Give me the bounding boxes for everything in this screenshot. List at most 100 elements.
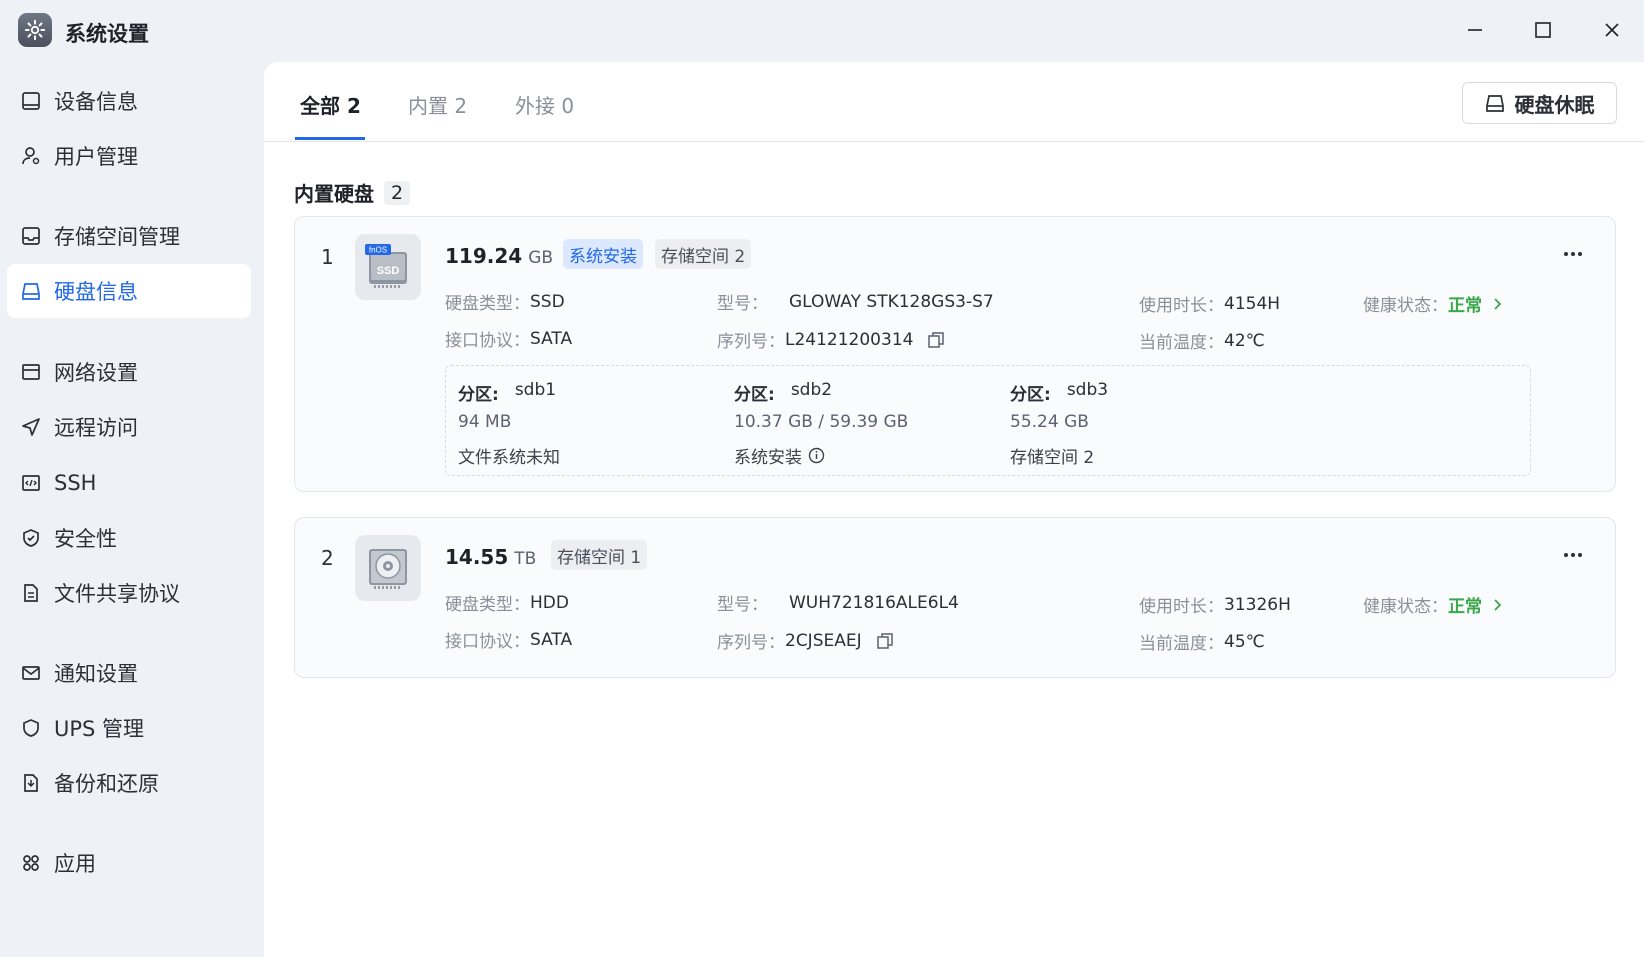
more-options-button[interactable] <box>1558 545 1588 565</box>
sidebar-item-ssh[interactable]: SSH <box>7 456 251 510</box>
minimize-icon <box>1468 29 1482 31</box>
partition-usage: 文件系统未知 <box>458 448 560 468</box>
main-panel: 全部 2 内置 2 外接 0 硬盘休眠 内置硬盘 2 1 SSD fnOS 11… <box>264 62 1644 957</box>
sidebar-item-label: 备份和还原 <box>54 772 159 796</box>
tab-all[interactable]: 全部 2 <box>300 90 361 119</box>
sidebar-item-network[interactable]: 网络设置 <box>7 345 251 399</box>
send-icon <box>20 416 42 438</box>
disk-hours: 使用时长： 31326H <box>1139 594 1291 618</box>
sidebar-item-label: 通知设置 <box>54 662 138 686</box>
disk-index: 2 <box>321 546 334 570</box>
disk-health[interactable]: 健康状态： 正常 <box>1363 592 1502 617</box>
partition-label: 分区: <box>458 385 499 405</box>
close-button[interactable] <box>1594 14 1630 46</box>
section-title-text: 内置硬盘 <box>294 182 374 206</box>
disk-temperature: 当前温度： 45℃ <box>1139 631 1265 655</box>
sidebar-item-ups[interactable]: UPS 管理 <box>7 701 251 755</box>
tab-internal[interactable]: 内置 2 <box>408 90 467 119</box>
partition-usage: 系统安装 <box>734 443 825 468</box>
ssd-label: SSD <box>377 265 400 277</box>
partition-size: 94 MB <box>458 412 512 432</box>
settings-app-icon <box>18 13 52 47</box>
sidebar-item-label: 用户管理 <box>54 145 138 169</box>
info-icon[interactable] <box>808 447 825 464</box>
partition-name: sdb2 <box>790 380 833 400</box>
sidebar-item-remote-access[interactable]: 远程访问 <box>7 400 251 454</box>
ssd-image: SSD fnOS <box>355 234 421 300</box>
disk-size-unit: GB <box>528 248 554 268</box>
disk-card: 2 14.55 TB 存储空间 1 硬盘类型： HDD 接口协议： SATA 型号：… <box>294 517 1616 678</box>
disk-type: 硬盘类型： SSD <box>445 291 565 315</box>
sidebar-item-user-management[interactable]: 用户管理 <box>7 129 251 183</box>
maximize-icon <box>1535 22 1551 38</box>
copy-icon[interactable] <box>876 632 894 650</box>
close-icon <box>1605 23 1619 37</box>
chevron-right-icon <box>1492 598 1502 612</box>
sidebar-item-label: 存储空间管理 <box>54 225 180 249</box>
tab-external[interactable]: 外接 0 <box>515 90 574 119</box>
disk-type: 硬盘类型： HDD <box>445 592 569 616</box>
disk-size-value: 14.55 <box>445 545 509 569</box>
chevron-right-icon <box>1492 297 1502 311</box>
sidebar-item-notifications[interactable]: 通知设置 <box>7 646 251 700</box>
sidebar-item-label: UPS 管理 <box>54 717 145 741</box>
disk-health[interactable]: 健康状态： 正常 <box>1363 291 1502 316</box>
sidebar-item-label: 文件共享协议 <box>54 582 180 606</box>
hdd-image <box>355 535 421 601</box>
copy-icon[interactable] <box>927 331 945 349</box>
more-icon <box>1564 252 1582 256</box>
sidebar-item-apps[interactable]: 应用 <box>7 836 251 890</box>
file-icon <box>20 582 42 604</box>
network-icon <box>20 361 42 383</box>
sidebar-item-label: 应用 <box>54 852 96 876</box>
apps-icon <box>20 852 42 874</box>
maximize-button[interactable] <box>1525 14 1561 46</box>
tab-bar: 全部 2 内置 2 外接 0 硬盘休眠 <box>264 62 1644 142</box>
window-title: 系统设置 <box>65 22 149 46</box>
sidebar-item-label: 远程访问 <box>54 416 138 440</box>
partition-label: 分区: <box>1010 385 1051 405</box>
disk-sleep-button[interactable]: 硬盘休眠 <box>1462 82 1617 124</box>
partition-usage: 存储空间 2 <box>1010 448 1095 468</box>
sidebar-item-storage[interactable]: 存储空间管理 <box>7 209 251 263</box>
code-icon <box>20 472 42 494</box>
sidebar-item-disk-info[interactable]: 硬盘信息 <box>7 264 251 318</box>
shield-icon <box>20 717 42 739</box>
disk-serial: 序列号： L24121200314 <box>717 327 945 352</box>
disk-serial: 序列号： 2CJSEAEJ <box>717 628 894 653</box>
sidebar-item-backup[interactable]: 备份和还原 <box>7 756 251 810</box>
disk-protocol: 接口协议： SATA <box>445 629 573 653</box>
title-bar: 系统设置 <box>0 0 1644 60</box>
user-icon <box>20 145 42 167</box>
storage-icon <box>20 225 42 247</box>
disk-size-value: 119.24 <box>445 244 523 268</box>
partition-name: sdb3 <box>1066 380 1109 400</box>
sidebar-item-security[interactable]: 安全性 <box>7 511 251 565</box>
sidebar-item-label: 网络设置 <box>54 361 138 385</box>
more-options-button[interactable] <box>1558 244 1588 264</box>
disk-size: 14.55 TB <box>445 545 536 569</box>
fnos-badge: fnOS <box>369 246 387 255</box>
disk-temperature: 当前温度： 42℃ <box>1139 330 1265 354</box>
sidebar-item-label: SSH <box>54 471 97 495</box>
storage-space-tag: 存储空间 2 <box>655 239 752 269</box>
section-title: 内置硬盘 2 <box>294 178 411 207</box>
disk-model: 型号： WUH721816ALE6L4 <box>717 592 959 616</box>
disk-size-unit: TB <box>514 549 537 569</box>
partition-box: 分区: sdb1 94 MB 文件系统未知 分区: sdb2 10.37 GB / … <box>445 365 1531 476</box>
mail-icon <box>20 662 42 684</box>
sidebar-item-file-sharing[interactable]: 文件共享协议 <box>7 566 251 620</box>
device-icon <box>20 90 42 112</box>
disk-sleep-label: 硬盘休眠 <box>1514 92 1595 117</box>
storage-space-tag: 存储空间 1 <box>551 540 648 570</box>
disk-size: 119.24 GB <box>445 244 553 268</box>
partition-label: 分区: <box>734 385 775 405</box>
partition-size: 55.24 GB <box>1010 412 1089 432</box>
disk-model: 型号： GLOWAY STK128GS3-S7 <box>717 291 994 315</box>
more-icon <box>1564 553 1582 557</box>
sidebar-item-label: 硬盘信息 <box>54 280 138 304</box>
sidebar-item-device-info[interactable]: 设备信息 <box>7 74 251 128</box>
disk-icon <box>20 280 42 302</box>
partition-name: sdb1 <box>514 380 557 400</box>
minimize-button[interactable] <box>1457 14 1493 46</box>
